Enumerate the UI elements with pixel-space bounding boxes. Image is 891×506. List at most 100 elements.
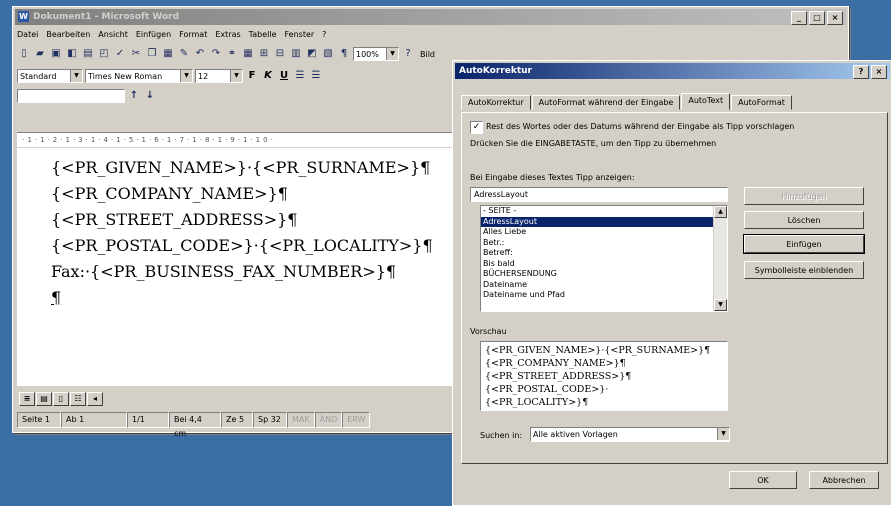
- menu-format[interactable]: Format: [179, 28, 207, 42]
- status-mak[interactable]: MAK: [287, 412, 315, 428]
- align-center-icon[interactable]: ☰: [309, 69, 323, 83]
- minimize-button[interactable]: _: [791, 11, 807, 25]
- dialog-close-button[interactable]: ×: [871, 65, 887, 79]
- list-item[interactable]: BÜCHERSENDUNG: [481, 269, 727, 280]
- normal-view-icon[interactable]: ≡: [19, 392, 35, 406]
- status-erw[interactable]: ERW: [342, 412, 371, 428]
- list-item[interactable]: Betreff:: [481, 248, 727, 259]
- outline-level-select[interactable]: [17, 89, 125, 103]
- arrow-down-icon[interactable]: ↓: [143, 89, 157, 103]
- preview-line: {<PR_COMPANY_NAME>}¶: [485, 358, 626, 369]
- scroll-left-icon[interactable]: ◂: [87, 392, 103, 406]
- tables-borders-icon[interactable]: ▦: [241, 47, 255, 61]
- standard-toolbar: ▯ ▰ ▣ ◧ ▤ ◰ ✓ ✂ ❐ ▦ ✎ ↶ ↷ ⚭ ▦ ⊞ ⊟ ▥ ◩ ▧ …: [17, 45, 438, 63]
- suggest-checkbox-label[interactable]: Rest des Wortes oder des Datums während …: [486, 122, 794, 131]
- outline-view-icon[interactable]: ☷: [70, 392, 86, 406]
- print-preview-icon[interactable]: ◰: [97, 47, 111, 61]
- font-size-value: 12: [198, 72, 209, 81]
- style-select[interactable]: Standard ▼: [17, 69, 83, 83]
- redo-icon[interactable]: ↷: [209, 47, 223, 61]
- tab-strip: AutoKorrektur AutoFormat während der Ein…: [461, 93, 793, 110]
- tab-autoformat[interactable]: AutoFormat: [731, 95, 792, 110]
- suggest-checkbox[interactable]: ✓: [470, 121, 483, 134]
- list-scrollbar[interactable]: ▲ ▼: [713, 206, 727, 311]
- preview-line: {<PR_STREET_ADDRESS>}¶: [485, 371, 632, 382]
- list-item-selected[interactable]: AdressLayout: [481, 216, 727, 227]
- status-page: Seite 1: [17, 412, 61, 428]
- help-button[interactable]: ?: [853, 65, 869, 79]
- paste-icon[interactable]: ▦: [161, 47, 175, 61]
- new-document-icon[interactable]: ▯: [17, 47, 31, 61]
- tab-autokorrektur[interactable]: AutoKorrektur: [461, 95, 531, 110]
- arrow-up-icon[interactable]: ↑: [127, 89, 141, 103]
- menu-einfuegen[interactable]: Einfügen: [136, 28, 171, 42]
- web-view-icon[interactable]: ▤: [36, 392, 52, 406]
- font-select[interactable]: Times New Roman ▼: [85, 69, 193, 83]
- insert-button[interactable]: Einfügen: [743, 234, 865, 254]
- read-button[interactable]: Bild: [417, 50, 438, 59]
- menu-bearbeiten[interactable]: Bearbeiten: [46, 28, 90, 42]
- tab-autotext[interactable]: AutoText: [681, 93, 731, 110]
- autotext-list[interactable]: - SEITE - AdressLayout Alles Liebe Betr.…: [480, 205, 728, 312]
- scroll-down-icon[interactable]: ▼: [714, 299, 727, 311]
- show-hide-icon[interactable]: ¶: [337, 47, 351, 61]
- list-item[interactable]: - SEITE -: [481, 206, 727, 217]
- hyperlink-icon[interactable]: ⚭: [225, 47, 239, 61]
- print-icon[interactable]: ▤: [81, 47, 95, 61]
- cut-icon[interactable]: ✂: [129, 47, 143, 61]
- italic-button[interactable]: K: [261, 69, 275, 83]
- status-column: Sp 32: [253, 412, 287, 428]
- search-in-select[interactable]: Alle aktiven Vorlagen ▼: [530, 427, 730, 442]
- add-button[interactable]: Hinzufügen: [744, 187, 864, 205]
- status-position: Bei 4,4 cm: [169, 412, 221, 438]
- preview-box: {<PR_GIVEN_NAME>}·{<PR_SURNAME>}¶ {<PR_C…: [480, 341, 728, 411]
- menu-bar: Datei Bearbeiten Ansicht Einfügen Format…: [17, 28, 326, 42]
- open-folder-icon[interactable]: ▰: [33, 47, 47, 61]
- tab-autoformat-eingabe[interactable]: AutoFormat während der Eingabe: [531, 95, 681, 110]
- undo-icon[interactable]: ↶: [193, 47, 207, 61]
- menu-tabelle[interactable]: Tabelle: [249, 28, 277, 42]
- search-value: Alle aktiven Vorlagen: [533, 430, 618, 439]
- show-toolbar-button[interactable]: Symbolleiste einblenden: [744, 261, 864, 279]
- menu-fenster[interactable]: Fenster: [285, 28, 315, 42]
- scroll-up-icon[interactable]: ▲: [714, 206, 727, 218]
- style-value: Standard: [20, 72, 57, 81]
- list-item[interactable]: Bis bald: [481, 259, 727, 270]
- list-item[interactable]: Dateiname: [481, 280, 727, 291]
- list-item[interactable]: Alles Liebe: [481, 227, 727, 238]
- maximize-button[interactable]: □: [809, 11, 825, 25]
- help-icon[interactable]: ?: [401, 47, 415, 61]
- format-painter-icon[interactable]: ✎: [177, 47, 191, 61]
- spellcheck-icon[interactable]: ✓: [113, 47, 127, 61]
- menu-help[interactable]: ?: [322, 28, 326, 42]
- entry-input[interactable]: AdressLayout: [470, 187, 728, 202]
- hint-text: Drücken Sie die EINGABETASTE, um den Tip…: [470, 139, 717, 148]
- copy-icon[interactable]: ❐: [145, 47, 159, 61]
- save-icon[interactable]: ▣: [49, 47, 63, 61]
- underline-button[interactable]: U: [277, 69, 291, 83]
- zoom-select[interactable]: 100% ▼: [353, 47, 399, 61]
- close-button[interactable]: ×: [827, 11, 843, 25]
- list-item[interactable]: Dateiname und Pfad: [481, 290, 727, 301]
- menu-datei[interactable]: Datei: [17, 28, 38, 42]
- list-item[interactable]: Betr.:: [481, 238, 727, 249]
- insert-excel-icon[interactable]: ⊟: [273, 47, 287, 61]
- bold-button[interactable]: F: [245, 69, 259, 83]
- menu-extras[interactable]: Extras: [215, 28, 240, 42]
- document-map-icon[interactable]: ▧: [321, 47, 335, 61]
- cancel-button[interactable]: Abbrechen: [809, 471, 879, 489]
- font-size-select[interactable]: 12 ▼: [195, 69, 243, 83]
- ok-button[interactable]: OK: [729, 471, 797, 489]
- drawing-icon[interactable]: ◩: [305, 47, 319, 61]
- menu-ansicht[interactable]: Ansicht: [98, 28, 128, 42]
- status-aend[interactable]: ÄND: [314, 412, 343, 428]
- dialog-titlebar[interactable]: AutoKorrektur ? ×: [455, 63, 890, 79]
- insert-table-icon[interactable]: ⊞: [257, 47, 271, 61]
- word-titlebar[interactable]: W Dokument1 - Microsoft Word _ □ ×: [15, 9, 846, 25]
- chevron-down-icon: ▼: [180, 70, 192, 82]
- permission-icon[interactable]: ◧: [65, 47, 79, 61]
- align-left-icon[interactable]: ☰: [293, 69, 307, 83]
- delete-button[interactable]: Löschen: [744, 211, 864, 229]
- columns-icon[interactable]: ▥: [289, 47, 303, 61]
- print-layout-icon[interactable]: ▯: [53, 392, 69, 406]
